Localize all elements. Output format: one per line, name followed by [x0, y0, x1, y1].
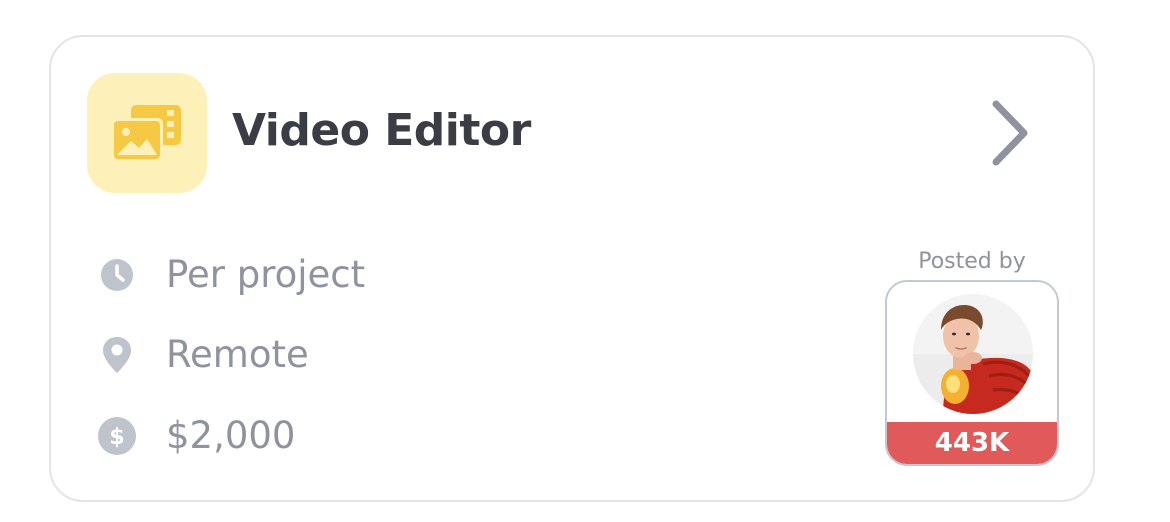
image-gallery-icon: [111, 105, 181, 162]
detail-row-location: Remote: [97, 330, 309, 380]
chevron-right-icon[interactable]: [982, 98, 1042, 168]
svg-text:$: $: [109, 425, 124, 450]
job-title: Video Editor: [232, 105, 531, 156]
posted-by-label: Posted by: [918, 249, 1026, 274]
detail-text: Remote: [166, 333, 309, 376]
location-pin-icon: [97, 335, 137, 375]
clock-icon: [97, 255, 137, 295]
dollar-icon: $: [97, 416, 137, 456]
detail-text: $2,000: [166, 414, 296, 457]
avatar[interactable]: [913, 294, 1033, 414]
follower-count-badge: 443K: [887, 422, 1057, 464]
job-icon-tile: [87, 73, 207, 193]
detail-row-budget: $ $2,000: [97, 411, 295, 461]
poster-card[interactable]: 443K: [885, 280, 1059, 466]
detail-row-payment-type: Per project: [97, 250, 365, 300]
detail-text: Per project: [166, 253, 366, 296]
